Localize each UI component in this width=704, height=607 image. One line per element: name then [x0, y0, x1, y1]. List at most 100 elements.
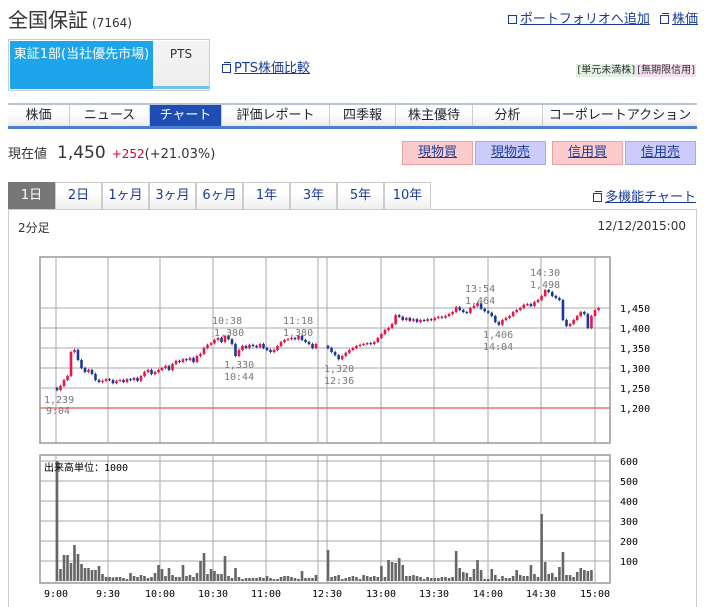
volume-bar — [394, 563, 397, 581]
volume-bar — [522, 576, 526, 581]
candle-body — [504, 318, 508, 320]
volume-bar — [164, 576, 167, 581]
candle-body — [383, 330, 387, 334]
candle-body — [380, 334, 383, 338]
volume-bar — [337, 575, 340, 581]
volume-bar — [73, 545, 76, 581]
volume-bar — [185, 576, 188, 581]
candle-body — [146, 370, 150, 372]
volume-bar — [465, 573, 469, 581]
candle-body — [376, 338, 380, 342]
volume-bar — [90, 570, 94, 581]
volume-bar — [97, 566, 101, 581]
volume-bar — [355, 577, 358, 581]
volume-bar — [297, 579, 300, 581]
candle-body — [497, 322, 501, 325]
candle-body — [536, 300, 540, 302]
candle-body — [348, 350, 351, 353]
volume-tick-label: 100 — [620, 557, 638, 568]
candle-body — [153, 372, 157, 374]
volume-bar — [139, 575, 143, 581]
volume-bar — [558, 567, 561, 581]
volume-bar — [104, 577, 108, 581]
volume-bar — [178, 577, 181, 581]
volume-bar — [344, 578, 348, 581]
volume-bar — [216, 574, 220, 581]
candle-body — [429, 319, 433, 321]
time-tick-label: 10:00 — [145, 589, 175, 600]
annotation-price: 1,239 — [44, 395, 74, 406]
candle-body — [408, 318, 412, 321]
annotation-price: 1,464 — [465, 296, 495, 307]
volume-bar — [586, 571, 590, 581]
candle-body — [178, 360, 181, 362]
annotation-time: 10:38 — [212, 316, 242, 327]
volume-bar — [286, 576, 290, 581]
time-tick-label: 14:00 — [473, 589, 503, 600]
candle-body — [583, 312, 586, 314]
candle-body — [526, 304, 529, 305]
candle-body — [419, 320, 422, 322]
volume-bar — [565, 575, 568, 581]
volume-bar — [55, 461, 59, 581]
candle-body — [561, 300, 565, 320]
candle-body — [575, 316, 579, 320]
annotation-time: 12:36 — [324, 376, 354, 387]
candle-body — [164, 366, 167, 368]
candle-body — [160, 368, 164, 370]
volume-bar — [150, 577, 153, 581]
candle-body — [522, 304, 526, 308]
candle-body — [234, 344, 237, 356]
candle-body — [490, 312, 494, 316]
volume-bar — [174, 577, 178, 581]
volume-bar — [490, 569, 494, 581]
candle-body — [272, 350, 276, 352]
volume-bar — [426, 577, 429, 581]
candle-body — [590, 316, 593, 328]
volume-bar — [486, 579, 490, 581]
volume-bar — [223, 556, 227, 581]
candle-body — [101, 380, 104, 382]
candle-body — [104, 379, 108, 381]
candle-body — [87, 370, 90, 372]
volume-bar — [220, 574, 223, 581]
candle-body — [83, 368, 87, 372]
volume-bar — [401, 565, 405, 581]
candle-body — [333, 352, 337, 356]
annotation-time: 13:54 — [465, 284, 495, 295]
volume-bar — [227, 576, 230, 581]
candle-body — [579, 312, 583, 316]
volume-bar — [376, 577, 380, 581]
volume-bar — [153, 573, 157, 581]
volume-bar — [62, 555, 66, 581]
candle-body — [454, 307, 458, 312]
volume-bar — [397, 558, 401, 581]
candle-body — [501, 320, 504, 325]
volume-bar — [419, 577, 422, 581]
candle-body — [437, 316, 440, 318]
volume-bar — [330, 577, 333, 581]
candle-body — [394, 315, 397, 324]
time-tick-label: 9:30 — [96, 589, 120, 600]
candle-body — [286, 339, 290, 341]
time-tick-label: 13:30 — [419, 589, 449, 600]
candle-body — [174, 360, 178, 364]
candle-body — [258, 344, 262, 348]
candle-body — [111, 380, 115, 384]
price-tick-label: 1,250 — [620, 384, 650, 395]
price-tick-label: 1,300 — [620, 364, 650, 375]
candle-body — [447, 314, 451, 316]
volume-bar — [461, 572, 465, 581]
volume-bar — [143, 576, 146, 581]
candle-body — [372, 342, 376, 344]
volume-bar — [300, 571, 304, 581]
annotation-price: 1,406 — [483, 330, 513, 341]
volume-bar — [412, 575, 415, 581]
candle-body — [365, 343, 369, 345]
candle-body — [469, 308, 472, 313]
volume-bar — [241, 579, 244, 581]
volume-bar — [575, 572, 579, 581]
volume-bar — [529, 565, 533, 581]
candle-body — [265, 348, 269, 350]
candle-body — [554, 296, 558, 298]
